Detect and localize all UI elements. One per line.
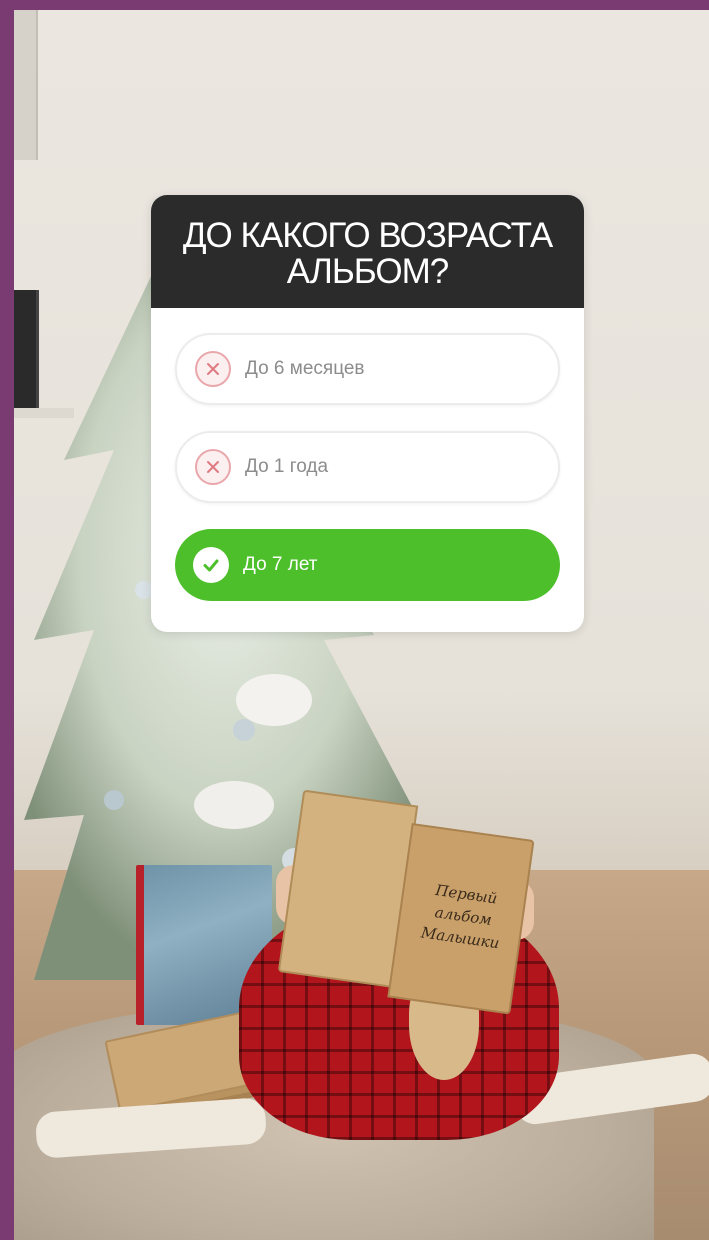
poll-header: ДО КАКОГО ВОЗРАСТА АЛЬБОМ? bbox=[151, 195, 584, 308]
x-circle-icon bbox=[195, 449, 231, 485]
check-circle-icon bbox=[193, 547, 229, 583]
album-cover-title: Первый альбом Малышки bbox=[419, 881, 501, 953]
poll-option-7-years[interactable]: До 7 лет bbox=[175, 529, 560, 601]
poll-option-label: До 1 года bbox=[245, 456, 329, 477]
story-frame: Первый альбом Малышки ДО КАКОГО ВОЗРАСТА… bbox=[0, 0, 709, 1240]
x-circle-icon bbox=[195, 351, 231, 387]
poll-option-6-months[interactable]: До 6 месяцев bbox=[175, 333, 560, 405]
wall-panel bbox=[14, 10, 38, 160]
poll-option-label: До 7 лет bbox=[243, 554, 318, 575]
poll-question: ДО КАКОГО ВОЗРАСТА АЛЬБОМ? bbox=[182, 215, 553, 291]
open-album: Первый альбом Малышки bbox=[277, 789, 536, 1015]
quiz-poll-sticker: ДО КАКОГО ВОЗРАСТА АЛЬБОМ? До 6 месяцев … bbox=[151, 195, 584, 632]
poll-option-label: До 6 месяцев bbox=[245, 358, 365, 379]
poll-option-1-year[interactable]: До 1 года bbox=[175, 431, 560, 503]
